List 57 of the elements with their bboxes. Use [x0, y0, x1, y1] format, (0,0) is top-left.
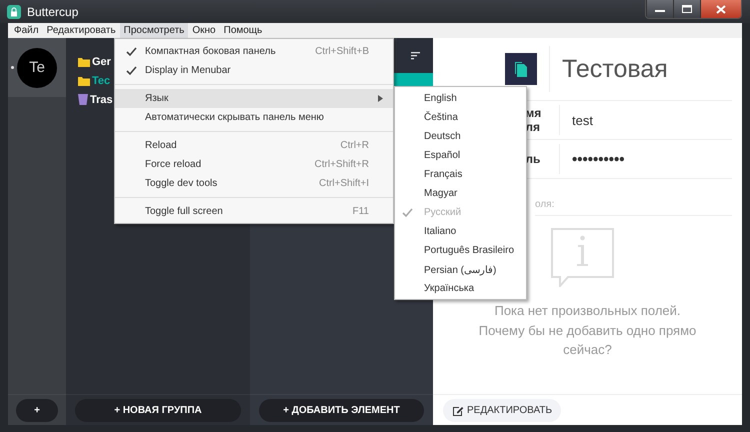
menu-item[interactable]: Компактная боковая панель Ctrl+Shift+B	[115, 42, 393, 61]
vault-avatar: Te	[17, 48, 57, 88]
menu-item[interactable]: Toggle full screen F11	[115, 202, 393, 221]
vault-item[interactable]: Te	[8, 38, 66, 97]
menu-item[interactable]: Файл	[10, 23, 43, 38]
language-option[interactable]: Italiano	[395, 222, 526, 241]
menu-item[interactable]: Display in Menubar	[115, 61, 393, 80]
language-option[interactable]: Português Brasileiro	[395, 241, 526, 260]
language-option[interactable]: English	[395, 89, 526, 108]
close-button[interactable]	[700, 0, 741, 18]
entry-icon	[505, 53, 537, 85]
menu-item[interactable]: Редактировать	[42, 23, 120, 38]
menu-item[interactable]: Окно	[188, 23, 220, 38]
section-heading: оля:	[535, 199, 554, 210]
shortcut-label: F11	[352, 206, 369, 217]
menu-item[interactable]: Помощь	[220, 23, 266, 38]
maximize-icon	[682, 5, 692, 13]
entry-title: Тестовая	[562, 54, 668, 84]
language-option[interactable]: Español	[395, 146, 526, 165]
password-value: ••••••••••	[572, 150, 625, 168]
folder-icon	[78, 76, 90, 86]
language-option[interactable]: Persian (فارسی)	[395, 260, 526, 279]
sort-button[interactable]	[397, 38, 433, 73]
language-option[interactable]: Magyar	[395, 184, 526, 203]
folder-icon	[78, 56, 90, 66]
app-logo-icon	[7, 4, 21, 18]
shortcut-label: Ctrl+R	[340, 140, 369, 151]
group-item[interactable]: Tec	[78, 71, 110, 90]
close-icon	[716, 4, 726, 14]
sort-icon	[410, 52, 420, 60]
shortcut-label: Ctrl+Shift+I	[318, 178, 369, 189]
trash-icon	[78, 94, 88, 105]
empty-message: Пока нет произвольных полей. Почему бы не добавить одно прямо сейчас?	[478, 302, 698, 359]
new-group-button[interactable]: + НОВАЯ ГРУППА	[75, 398, 241, 422]
language-option[interactable]: Čeština	[395, 108, 526, 127]
edit-icon	[452, 404, 464, 416]
menu-item[interactable]: Автоматически скрывать панель меню	[115, 108, 393, 127]
edit-button[interactable]: РЕДАКТИРОВАТЬ	[443, 398, 562, 422]
shortcut-label: Ctrl+Shift+B	[315, 46, 369, 57]
field-value: test	[572, 112, 593, 128]
menu-item[interactable]: Язык	[115, 89, 393, 108]
language-option[interactable]: Français	[395, 165, 526, 184]
shortcut-label: Ctrl+Shift+R	[314, 159, 369, 170]
maximize-button[interactable]	[673, 0, 700, 18]
add-entry-button[interactable]: + ДОБАВИТЬ ЭЛЕМЕНТ	[259, 398, 424, 422]
menu-item[interactable]: Reload Ctrl+R	[115, 136, 393, 155]
group-item[interactable]: Ger	[78, 52, 111, 71]
menu-item[interactable]: Force reload Ctrl+Shift+R	[115, 155, 393, 174]
add-vault-button[interactable]: +	[16, 398, 58, 422]
minimize-button[interactable]	[646, 0, 673, 18]
group-item[interactable]: Tras	[78, 90, 113, 109]
menu-item[interactable]: Просмотреть	[120, 23, 188, 38]
info-bubble-icon	[551, 228, 614, 287]
menu-item[interactable]: Toggle dev tools Ctrl+Shift+I	[115, 174, 393, 193]
language-option[interactable]: Deutsch	[395, 127, 526, 146]
language-option[interactable]: Українська	[395, 279, 526, 298]
window-title: Buttercup	[27, 4, 78, 18]
